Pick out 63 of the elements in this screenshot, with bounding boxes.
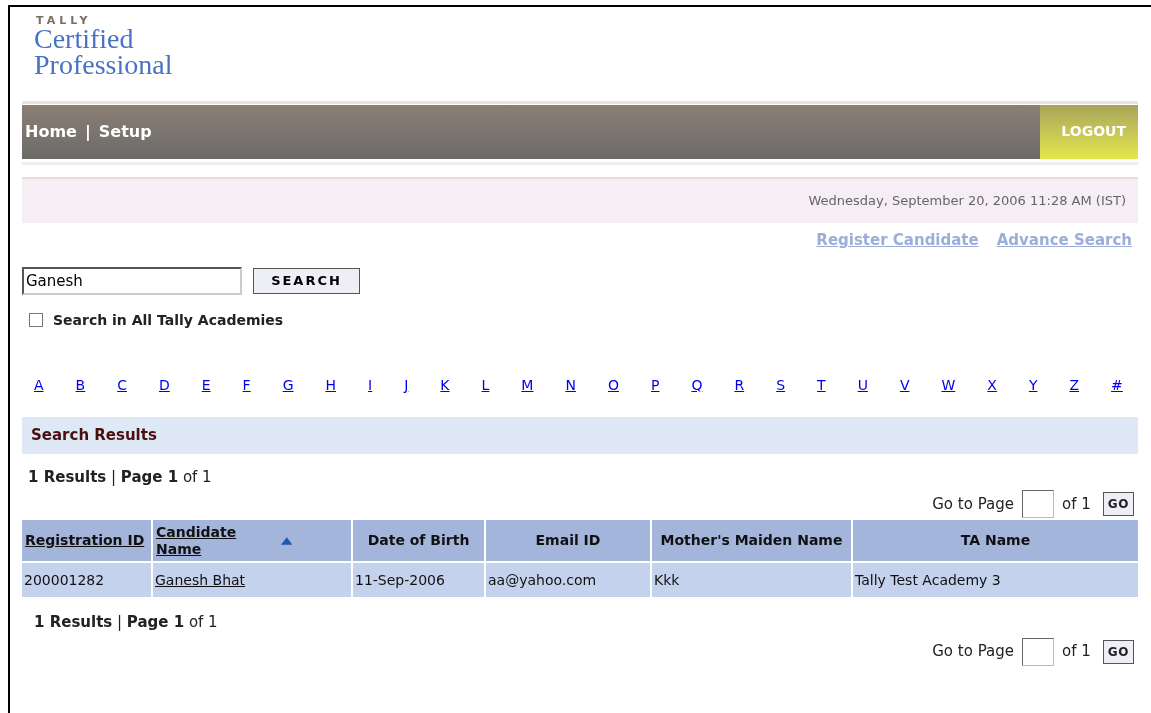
logo-subtitle: Professional <box>34 52 174 78</box>
letter-link[interactable]: P <box>650 374 660 396</box>
go-button[interactable]: GO <box>1102 492 1134 516</box>
logo-title: Certified <box>34 26 135 52</box>
letter-link[interactable]: O <box>607 374 619 396</box>
column-header[interactable]: Registration ID <box>22 520 151 561</box>
letter-link[interactable]: V <box>899 374 910 396</box>
header-label: Mother's Maiden Name <box>660 532 843 549</box>
go-button[interactable]: GO <box>1102 639 1134 664</box>
pager-label: Go to Page <box>932 641 1014 663</box>
letter-link[interactable]: A <box>34 374 44 396</box>
checkbox-label: Search in All Tally Academies <box>53 310 284 330</box>
results-summary: 1 Results | Page 1 of 1 <box>27 466 213 488</box>
letter-link[interactable]: E <box>201 374 211 396</box>
letter-link[interactable]: N <box>565 374 576 396</box>
search-field[interactable]: Ganesh <box>22 266 242 295</box>
cell-text: Tally Test Academy 3 <box>855 570 1001 590</box>
results-summary: 1 Results | Page 1 of 1 <box>33 612 219 633</box>
nav-separator: | <box>84 121 91 143</box>
cell-text: 11-Sep-2006 <box>355 570 445 590</box>
letter-link[interactable]: S <box>776 374 786 396</box>
date-time: Wednesday, September 20, 2006 11:28 AM (IST) <box>808 192 1126 211</box>
letter-link[interactable]: H <box>325 374 337 396</box>
column-header[interactable]: Candidate Name <box>153 520 351 561</box>
search-button[interactable]: SEARCH <box>253 267 360 294</box>
header-label: Email ID <box>535 532 601 549</box>
letter-link[interactable]: R <box>734 374 745 396</box>
letter-link[interactable]: F <box>242 374 251 396</box>
letter-link[interactable]: D <box>158 374 170 396</box>
header-label: Date of Birth <box>367 532 470 549</box>
letter-link[interactable]: T <box>817 374 826 396</box>
letter-link[interactable]: U <box>857 374 868 396</box>
logo-brand: TALLY <box>35 15 93 26</box>
letter-link[interactable]: G <box>282 374 294 396</box>
letter-link[interactable]: M <box>521 374 534 396</box>
letter-link[interactable]: Z <box>1069 374 1080 396</box>
sort-link[interactable]: Registration ID <box>25 532 145 549</box>
letter-link[interactable]: # <box>1111 374 1123 396</box>
sort-link[interactable]: Candidate Name <box>156 523 281 558</box>
checkbox[interactable] <box>29 313 43 327</box>
letter-link[interactable]: J <box>404 374 409 396</box>
page-number-field[interactable] <box>1021 637 1054 666</box>
letter-link[interactable]: B <box>75 374 86 396</box>
candidate-link[interactable]: Ganesh Bhat <box>155 569 246 591</box>
letter-link[interactable]: X <box>987 374 997 396</box>
page-total: of 1 <box>1061 493 1091 515</box>
cell-text: Kkk <box>654 570 680 590</box>
results-title: Search Results <box>31 424 157 446</box>
letter-link[interactable]: W <box>941 374 956 396</box>
nav-link[interactable]: Setup <box>98 120 152 144</box>
letter-link[interactable]: K <box>440 374 450 396</box>
page-total: of 1 <box>1061 641 1091 663</box>
nav-link[interactable]: Home <box>25 120 77 144</box>
letter-link[interactable]: I <box>368 374 373 396</box>
letter-link[interactable]: Y <box>1028 374 1038 396</box>
letter-link[interactable]: L <box>481 374 490 396</box>
cell-text: aa@yahoo.com <box>488 570 597 590</box>
letter-link[interactable]: Q <box>691 374 703 396</box>
cell-text: 200001282 <box>24 570 105 590</box>
page-number-field[interactable] <box>1021 490 1054 518</box>
pager-label: Go to Page <box>932 493 1014 515</box>
header-label: TA Name <box>960 532 1031 549</box>
letter-link[interactable]: C <box>117 374 127 396</box>
